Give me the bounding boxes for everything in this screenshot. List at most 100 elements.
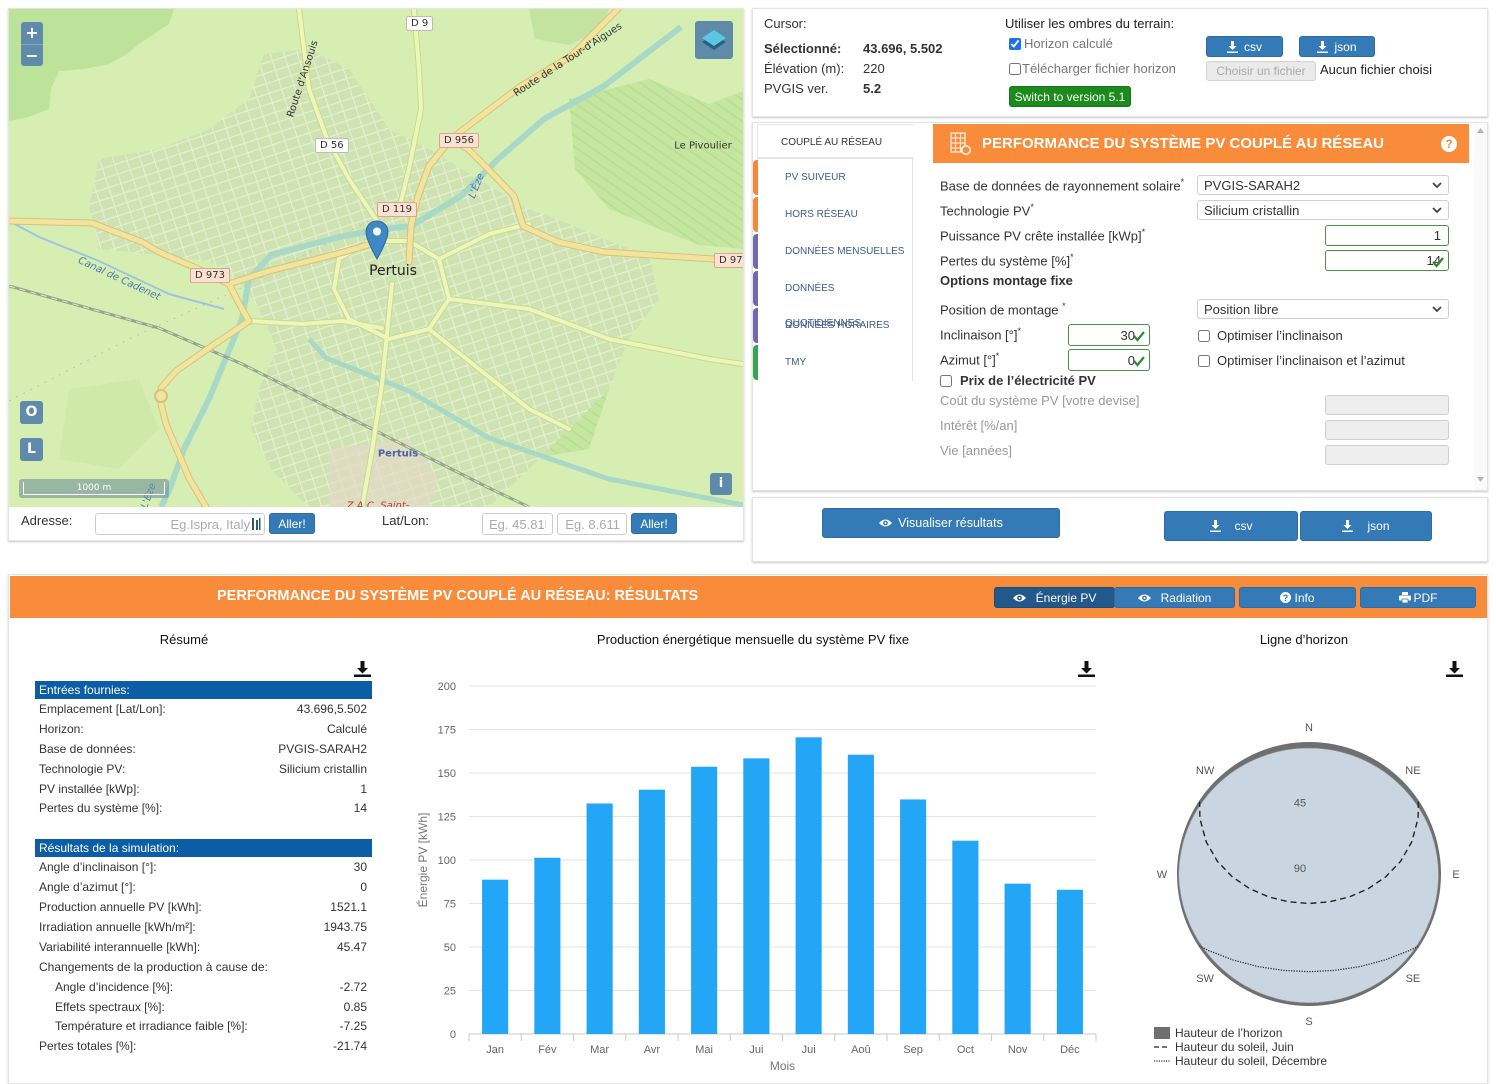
tab-off-grid[interactable]: HORS RÉSEAU — [753, 197, 911, 232]
bar — [638, 789, 665, 1034]
horizon-chart-title: Ligne d’horizon — [1259, 632, 1349, 647]
system-loss-input[interactable] — [1326, 251, 1448, 270]
json-label: json — [1334, 39, 1357, 54]
horizon-json-button[interactable]: json — [1299, 36, 1375, 57]
x-tick-label: Oct — [957, 1044, 974, 1056]
zoom-in-button[interactable]: + — [21, 22, 43, 44]
summary-label: Irradiation annuelle [kWh/m²]: — [39, 920, 196, 934]
scroll-down-icon[interactable] — [1477, 477, 1484, 482]
horizon-csv-button[interactable]: csv — [1206, 36, 1283, 57]
summary-row: Horizon: Calculé — [35, 719, 372, 739]
bar — [847, 754, 874, 1034]
lifetime-input[interactable] — [1325, 445, 1449, 465]
pv-price-checkbox[interactable] — [940, 375, 952, 387]
info-button[interactable]: i — [710, 473, 732, 495]
bar — [534, 857, 561, 1034]
scale-label: 1000 m — [23, 482, 165, 495]
tab-tmy[interactable]: TMY — [753, 345, 911, 380]
l-button[interactable]: L — [20, 438, 43, 461]
tab-monthly-data[interactable]: DONNÉES MENSUELLES — [753, 234, 911, 269]
road-label-d119: D 119 — [377, 202, 417, 217]
info-button[interactable]: ? Info — [1239, 587, 1356, 608]
system-cost-input[interactable] — [1325, 395, 1449, 415]
pdf-label: PDF — [1413, 590, 1438, 605]
longitude-input[interactable] — [557, 513, 627, 535]
download-horizon-chart-icon[interactable] — [1446, 660, 1463, 677]
road-label-d973: D 973 — [714, 253, 743, 268]
peak-power-label-text: Puissance PV crête installée [kWp] — [940, 228, 1142, 244]
legend-swatch-dashed — [1154, 1046, 1170, 1048]
optimize-slope-checkbox[interactable] — [1198, 330, 1210, 342]
monthly-chart-title: Production énergétique mensuelle du syst… — [596, 632, 910, 647]
layers-button[interactable] — [695, 21, 733, 59]
info-label: Info — [1294, 590, 1315, 605]
tab-tracking-pv[interactable]: PV SUIVEUR — [753, 160, 911, 195]
latitude-input[interactable] — [482, 513, 553, 535]
summary-row: Pertes du système [%]: 14 — [35, 798, 372, 818]
optimize-both-checkbox[interactable] — [1198, 355, 1210, 367]
summary-label: PV installée [kWp]: — [39, 782, 140, 796]
help-icon[interactable]: ? — [1441, 136, 1457, 152]
location-marker-icon[interactable] — [365, 220, 389, 260]
bar — [691, 766, 718, 1034]
solar-panel-settings-icon — [950, 132, 971, 155]
summary-value: 45.47 — [336, 940, 367, 954]
legend-label: Hauteur de l’horizon — [1175, 1026, 1283, 1040]
address-bar: Adresse: Aller! Lat/Lon: Aller! — [9, 507, 743, 541]
interest-label: Intérêt [%/an] — [940, 418, 1018, 433]
database-select-control[interactable]: PVGIS-SARAH2 — [1198, 176, 1448, 194]
radiation-button[interactable]: Radiation — [1114, 587, 1235, 608]
peak-power-input[interactable] — [1326, 226, 1448, 245]
tab-hourly-data[interactable]: DONNÉES HORAIRES — [753, 308, 911, 343]
azimuth-input[interactable] — [1069, 350, 1149, 370]
address-go-button[interactable]: Aller! — [269, 513, 315, 534]
pdf-button[interactable]: PDF — [1360, 587, 1476, 608]
mount-position-select[interactable]: Position libre — [1197, 299, 1449, 319]
o-button[interactable]: O — [20, 401, 43, 424]
interest-input[interactable] — [1325, 420, 1449, 440]
tab-grid-connected[interactable]: COUPLÉ AU RÉSEAU — [757, 124, 914, 158]
y-axis-label: Énergie PV [kWh] — [415, 813, 430, 908]
technology-select-control[interactable]: Silicium cristallin — [1198, 201, 1448, 219]
summary-value: 0 — [360, 880, 367, 894]
horizon-calculated-checkbox[interactable] — [1009, 38, 1021, 50]
database-select[interactable]: PVGIS-SARAH2 — [1197, 175, 1449, 195]
results-csv-button[interactable]: csv — [1164, 511, 1298, 541]
required-mark: * — [1030, 202, 1034, 212]
y-tick-label: 100 — [438, 855, 456, 867]
upload-horizon-checkbox[interactable] — [1009, 63, 1021, 75]
y-tick-label: 150 — [438, 768, 456, 780]
latlon-label: Lat/Lon: — [382, 513, 429, 528]
y-tick-label: 75 — [444, 899, 456, 911]
summary-row: Température et irradiance faible [%]: -7.… — [35, 1016, 372, 1036]
tab-daily-data[interactable]: DONNÉES QUOTIDIENNES — [753, 271, 911, 329]
place-label-pertuis: Pertuis — [369, 263, 417, 279]
choose-file-button[interactable]: Choisir un fichier — [1206, 61, 1316, 81]
summary-label: Horizon: — [39, 722, 84, 736]
visualize-results-button[interactable]: Visualiser résultats — [822, 508, 1060, 538]
zoom-out-button[interactable]: − — [21, 44, 43, 66]
eye-icon — [879, 519, 893, 527]
mount-position-select-control[interactable]: Position libre — [1198, 300, 1448, 318]
switch-version-button[interactable]: Switch to version 5.1 — [1009, 86, 1131, 107]
csv-label: csv — [1234, 519, 1253, 533]
technology-select[interactable]: Silicium cristallin — [1197, 200, 1449, 220]
direction-label: NW — [1196, 765, 1215, 777]
scrollbar[interactable] — [1474, 123, 1487, 490]
energy-pv-button[interactable]: Énergie PV — [994, 587, 1115, 608]
legend-swatch-filled — [1154, 1027, 1170, 1039]
results-json-button[interactable]: json — [1300, 511, 1432, 541]
version-value: 5.2 — [863, 81, 882, 96]
visualize-results-label: Visualiser résultats — [898, 516, 1003, 530]
address-input[interactable] — [95, 513, 265, 535]
horizon-calculated-label: Horizon calculé — [1024, 36, 1113, 51]
scroll-up-icon[interactable] — [1477, 128, 1484, 133]
inputs-header: Entrées fournies: — [35, 681, 372, 699]
latlon-go-button[interactable]: Aller! — [631, 513, 677, 534]
summary-label: Variabilité interannuelle [kWh]: — [39, 940, 201, 954]
radial-tick-label: 45 — [1294, 798, 1306, 810]
slope-input[interactable] — [1069, 325, 1149, 345]
map-view[interactable]: D 9 D 56 D 956 D 119 D 973 D 973 Le Pivo… — [9, 9, 743, 507]
bar — [482, 879, 509, 1034]
download-summary-icon[interactable] — [354, 660, 371, 677]
